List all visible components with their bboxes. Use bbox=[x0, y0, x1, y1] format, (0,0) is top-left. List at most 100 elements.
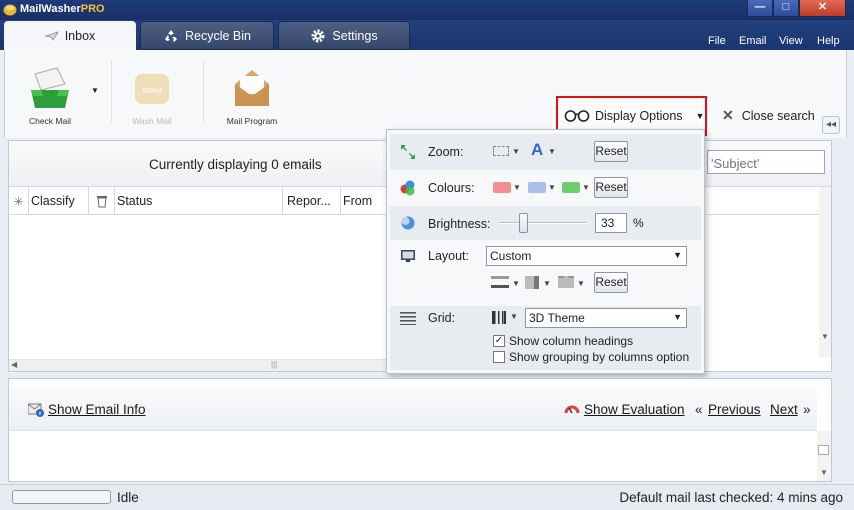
previous-arrow: « bbox=[695, 402, 703, 417]
red-colour-swatch[interactable] bbox=[493, 182, 511, 193]
minimize-button[interactable]: — bbox=[747, 0, 773, 17]
brightness-value-field[interactable]: 33 bbox=[595, 213, 627, 233]
zoom-reset-button[interactable]: Reset bbox=[594, 141, 628, 162]
column-status[interactable]: Status bbox=[115, 187, 283, 215]
preview-scroll-thumb[interactable] bbox=[818, 445, 829, 455]
check-mail-icon bbox=[31, 67, 69, 108]
tab-settings[interactable]: Settings bbox=[278, 21, 410, 50]
horizontal-scrollbar[interactable]: ◀ ||| bbox=[9, 359, 409, 371]
column-from[interactable]: From bbox=[341, 187, 391, 215]
grid-columns-icon[interactable] bbox=[492, 311, 506, 324]
reading-pane-bottom-icon[interactable] bbox=[491, 276, 509, 288]
scroll-left-icon[interactable]: ◀ bbox=[11, 360, 17, 369]
row-height-dropdown-icon[interactable]: ▼ bbox=[512, 147, 520, 156]
colours-row: Colours: ▼ ▼ ▼ Reset bbox=[390, 171, 701, 205]
row-height-icon[interactable] bbox=[493, 146, 509, 156]
green-colour-swatch[interactable] bbox=[562, 182, 580, 193]
layout-select[interactable]: Custom ▼ bbox=[486, 246, 687, 266]
layout-label: Layout: bbox=[428, 249, 470, 263]
maximize-button[interactable]: □ bbox=[773, 0, 799, 17]
close-window-button[interactable]: ✕ bbox=[799, 0, 846, 17]
brightness-label: Brightness: bbox=[428, 217, 491, 231]
close-icon: ✕ bbox=[722, 107, 734, 123]
column-report[interactable]: Repor... bbox=[283, 187, 341, 215]
email-info-bar: Show Email Info Show Evaluation « Previo… bbox=[9, 387, 817, 431]
display-options-label: Display Options bbox=[595, 109, 683, 123]
scroll-down-icon[interactable]: ▼ bbox=[820, 468, 828, 477]
check-mail-button[interactable]: Check Mail bbox=[19, 66, 81, 126]
svg-text:SPAM: SPAM bbox=[142, 88, 161, 95]
font-size-dropdown-icon[interactable]: ▼ bbox=[548, 147, 556, 156]
show-evaluation-link[interactable]: Show Evaluation bbox=[584, 402, 685, 417]
search-input[interactable] bbox=[707, 150, 825, 174]
show-grouping-label: Show grouping by columns option bbox=[509, 350, 690, 364]
tab-inbox-label: Inbox bbox=[64, 29, 96, 43]
tab-settings-label: Settings bbox=[332, 28, 378, 43]
progress-bar bbox=[12, 490, 111, 504]
red-colour-dropdown-icon[interactable]: ▼ bbox=[513, 183, 521, 192]
grid-label: Grid: bbox=[428, 311, 456, 325]
check-mail-label: Check Mail bbox=[28, 116, 72, 126]
layout-reset-button[interactable]: Reset bbox=[594, 272, 628, 293]
wash-mail-button[interactable]: SPAM Wash Mail bbox=[121, 66, 183, 126]
scroll-grip[interactable]: ||| bbox=[271, 360, 277, 369]
previous-link[interactable]: Previous bbox=[708, 402, 761, 417]
brightness-unit: % bbox=[633, 216, 644, 230]
recycle-icon bbox=[165, 29, 177, 42]
wash-mail-icon: SPAM bbox=[135, 74, 169, 104]
colours-reset-button[interactable]: Reset bbox=[594, 177, 628, 198]
colours-icon bbox=[400, 180, 415, 196]
column-classify[interactable]: Classify bbox=[29, 187, 89, 215]
brightness-slider-thumb[interactable] bbox=[519, 213, 528, 233]
tab-recycle-bin[interactable]: Recycle Bin bbox=[140, 21, 274, 50]
menu-file[interactable]: File bbox=[708, 35, 726, 47]
app-title-suffix: PRO bbox=[80, 3, 105, 15]
app-logo-icon bbox=[3, 4, 17, 16]
close-search-button[interactable]: ✕ Close search bbox=[722, 107, 815, 124]
last-checked-text: Default mail last checked: 4 mins ago bbox=[619, 490, 843, 505]
layout-select-value: Custom bbox=[490, 249, 532, 263]
trash-icon bbox=[96, 196, 107, 208]
mail-program-label: Mail Program bbox=[226, 116, 278, 126]
layout-icon bbox=[401, 250, 415, 262]
show-column-headings-checkbox[interactable]: ✓ bbox=[493, 335, 505, 347]
grid-row: Grid: ▼ 3D Theme ▼ ✓ Show column heading… bbox=[390, 306, 701, 370]
menu-help[interactable]: Help bbox=[817, 35, 840, 47]
grid-theme-select[interactable]: 3D Theme ▼ bbox=[525, 308, 687, 328]
sort-icon[interactable]: ✳ bbox=[9, 187, 29, 215]
font-size-icon[interactable]: A bbox=[531, 140, 543, 160]
wash-mail-label: Wash Mail bbox=[132, 116, 172, 126]
grid-columns-dropdown-icon[interactable]: ▼ bbox=[510, 312, 518, 321]
reading-pane-dropdown-icon[interactable]: ▼ bbox=[512, 279, 520, 288]
app-title: MailWasherPRO bbox=[20, 3, 105, 15]
menu-email[interactable]: Email bbox=[739, 35, 767, 47]
show-grouping-checkbox[interactable] bbox=[493, 351, 505, 363]
displaying-count-text: Currently displaying 0 emails bbox=[149, 157, 322, 172]
check-mail-dropdown-icon[interactable]: ▼ bbox=[91, 86, 99, 95]
grid-lines-icon bbox=[400, 312, 416, 325]
next-link[interactable]: Next bbox=[770, 402, 798, 417]
reading-pane-right-icon[interactable] bbox=[525, 276, 539, 289]
show-email-info-link[interactable]: Show Email Info bbox=[48, 402, 146, 417]
next-arrow: » bbox=[803, 402, 811, 417]
blue-colour-swatch[interactable] bbox=[528, 182, 546, 193]
preview-scrollbar[interactable]: ▼ bbox=[817, 431, 831, 481]
mail-program-button[interactable]: Mail Program bbox=[221, 66, 283, 126]
toolbar-layout-icon[interactable] bbox=[558, 276, 574, 288]
chevron-down-icon: ▼ bbox=[695, 111, 705, 121]
collapse-panel-button[interactable]: ◂◂ bbox=[822, 116, 840, 134]
column-trash[interactable] bbox=[89, 187, 115, 215]
green-colour-dropdown-icon[interactable]: ▼ bbox=[582, 183, 590, 192]
inbox-icon bbox=[44, 31, 59, 41]
brightness-slider-track[interactable] bbox=[499, 222, 586, 224]
pane-size-dropdown-icon[interactable]: ▼ bbox=[543, 279, 551, 288]
vertical-scrollbar[interactable]: ▼ bbox=[819, 187, 831, 357]
toolbar-layout-dropdown-icon[interactable]: ▼ bbox=[577, 279, 585, 288]
zoom-label: Zoom: bbox=[428, 145, 464, 159]
tab-inbox[interactable]: Inbox bbox=[4, 21, 136, 51]
scroll-down-icon[interactable]: ▼ bbox=[821, 332, 829, 341]
email-info-icon bbox=[28, 403, 44, 417]
menu-view[interactable]: View bbox=[779, 35, 803, 47]
zoom-row: Zoom: ▼ A ▼ Reset bbox=[390, 134, 701, 170]
blue-colour-dropdown-icon[interactable]: ▼ bbox=[548, 183, 556, 192]
